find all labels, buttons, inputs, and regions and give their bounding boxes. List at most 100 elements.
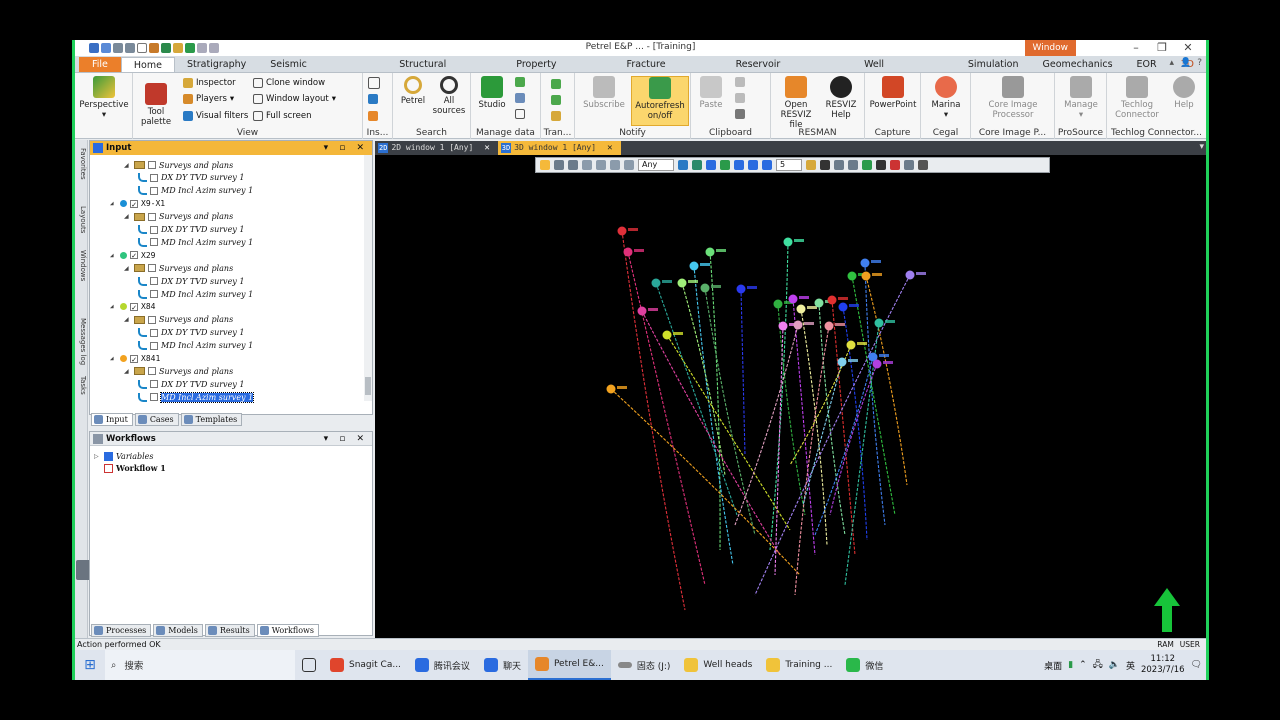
players-button[interactable]: Players ▾ (183, 94, 234, 104)
zoom-icon[interactable] (554, 160, 564, 170)
inspector-button[interactable]: Inspector (183, 78, 236, 88)
full-screen-button[interactable]: Full screen (253, 111, 312, 121)
well-trajectory-line[interactable] (641, 310, 781, 556)
tab-file[interactable]: File (79, 57, 121, 72)
scroll-thumb[interactable] (365, 377, 371, 395)
3d-viewer-canvas[interactable]: Any 5 (375, 155, 1206, 638)
no-pick-icon[interactable] (890, 160, 900, 170)
well-head-marker[interactable] (788, 294, 798, 304)
tab-processes[interactable]: Processes (91, 624, 152, 637)
well-head-marker[interactable] (677, 278, 687, 288)
visibility-checkbox[interactable] (150, 277, 158, 286)
measure-icon[interactable] (624, 160, 634, 170)
side-tab-windows[interactable]: Windows (76, 250, 87, 281)
zoom-selection-icon[interactable] (904, 160, 914, 170)
well-head-marker[interactable] (837, 357, 847, 367)
domain-select[interactable]: Any (638, 159, 674, 171)
expand-arrow-icon[interactable]: ◢ (110, 303, 117, 310)
visibility-checkbox[interactable] (150, 238, 158, 247)
well-trajectory-line[interactable] (777, 303, 806, 516)
well-trajectory-line[interactable] (865, 275, 908, 486)
manage-prosource-button[interactable]: Manage ▾ (1059, 76, 1103, 120)
visibility-checkbox[interactable] (130, 354, 138, 363)
tree-item-surveys-folder[interactable]: ◢ Surveys and plans (124, 211, 233, 223)
insert-well-button[interactable] (368, 94, 378, 104)
well-trajectory-line[interactable] (864, 262, 886, 526)
tree-item-survey[interactable]: DX DY TVD survey 1 (138, 378, 244, 390)
tab-stratigraphy[interactable]: Stratigraphy (175, 57, 258, 72)
well-head-marker[interactable] (793, 320, 803, 330)
taskbar-app-petrel[interactable]: Petrel E&... (527, 650, 611, 680)
cut-button[interactable] (735, 77, 745, 87)
visibility-checkbox[interactable] (130, 199, 138, 208)
taskbar-app-wechat[interactable]: 微信 (839, 650, 890, 680)
transfer-item-2[interactable] (551, 95, 561, 105)
taskbar-app-chat[interactable]: 聊天 (477, 650, 528, 680)
studio-button[interactable]: Studio (475, 76, 509, 110)
windows-start-icon[interactable]: ⊞ (75, 657, 105, 673)
well-trajectory-line[interactable] (842, 306, 868, 541)
network-icon[interactable]: 🖧 (1093, 657, 1103, 673)
tab-property-modeling[interactable]: Property Modeling (504, 57, 614, 85)
tree-item-survey[interactable]: MD Incl Azim survey 1 (138, 288, 253, 300)
tree-item-survey[interactable]: MD Incl Azim survey 1 (138, 185, 253, 197)
contextual-window-tab[interactable]: Window (1024, 40, 1076, 56)
perspective-button[interactable]: Perspective ▾ (79, 76, 129, 120)
techlog-help-button[interactable]: Help (1167, 76, 1201, 110)
well-head-marker[interactable] (814, 298, 824, 308)
copy-button[interactable] (735, 93, 745, 103)
tab-well-engineering[interactable]: Well Engineering (852, 57, 956, 85)
tree-item-variables[interactable]: ▷ Variables (94, 450, 153, 462)
view-all-icon[interactable] (692, 160, 702, 170)
well-head-marker[interactable] (860, 258, 870, 268)
tree-item-surveys-folder[interactable]: ◢ Surveys and plans (124, 262, 233, 274)
visual-filters-button[interactable]: Visual filters (183, 111, 248, 121)
tab-geomechanics[interactable]: Geomechanics (1031, 57, 1125, 72)
well-head-marker[interactable] (637, 306, 647, 316)
taskbar-app-tencent-meeting[interactable]: 腾讯会议 (408, 650, 477, 680)
all-sources-search-button[interactable]: All sources (431, 76, 467, 116)
open-resviz-button[interactable]: Open RESVIZ file (773, 76, 819, 130)
autorefresh-button[interactable]: Autorefresh on/off (631, 76, 689, 126)
manage-item-3[interactable] (515, 109, 525, 119)
expand-arrow-icon[interactable]: ◢ (124, 265, 131, 272)
tree-item-well[interactable]: ◢X9-X1 (110, 198, 165, 210)
well-head-marker[interactable] (606, 384, 616, 394)
pick-icon[interactable] (568, 160, 578, 170)
well-head-marker[interactable] (617, 226, 627, 236)
core-image-processor-button[interactable]: Core Image Processor (975, 76, 1051, 120)
axes-icon[interactable] (762, 160, 772, 170)
well-head-marker[interactable] (623, 247, 633, 257)
panel-controls[interactable]: ▾ ▫ ✕ (324, 432, 368, 446)
well-head-marker[interactable] (872, 359, 882, 369)
insert-folder-button[interactable] (368, 111, 378, 121)
well-trajectory-line[interactable] (829, 363, 878, 516)
display-icon[interactable] (862, 160, 872, 170)
well-head-marker[interactable] (827, 295, 837, 305)
visibility-checkbox[interactable] (150, 186, 158, 195)
tab-3d-window[interactable]: 3D 3D window 1 [Any] ✕ (497, 141, 621, 155)
tab-cases[interactable]: Cases (134, 413, 179, 426)
visibility-checkbox[interactable] (150, 290, 158, 298)
side-tab-tasks[interactable]: Tasks (76, 376, 87, 395)
transfer-item-3[interactable] (551, 111, 561, 121)
box-icon[interactable] (748, 160, 758, 170)
well-head-marker[interactable] (846, 340, 856, 350)
tab-structural-modeling[interactable]: Structural Modeling (387, 57, 504, 85)
visibility-checkbox[interactable] (150, 225, 158, 234)
tab-eor[interactable]: EOR (1125, 57, 1169, 72)
ruler-icon[interactable] (610, 160, 620, 170)
show-hidden-icon[interactable]: ⌃ (1079, 660, 1087, 670)
well-head-marker[interactable] (689, 261, 699, 271)
visibility-checkbox[interactable] (148, 212, 156, 221)
desktop-label[interactable]: 桌面 (1044, 659, 1062, 672)
task-view-button[interactable] (295, 650, 323, 680)
well-head-marker[interactable] (783, 237, 793, 247)
expand-arrow-icon[interactable]: ◢ (110, 355, 117, 362)
tree-item-survey[interactable]: MD Incl Azim survey 1 (138, 236, 253, 248)
side-tab-favorites[interactable]: Favorites (76, 148, 87, 180)
well-head-marker[interactable] (905, 270, 915, 280)
tree-item-workflow-1[interactable]: Workflow 1 (104, 462, 166, 474)
techlog-connector-button[interactable]: Techlog Connector (1109, 76, 1165, 120)
visibility-checkbox[interactable] (150, 173, 158, 182)
